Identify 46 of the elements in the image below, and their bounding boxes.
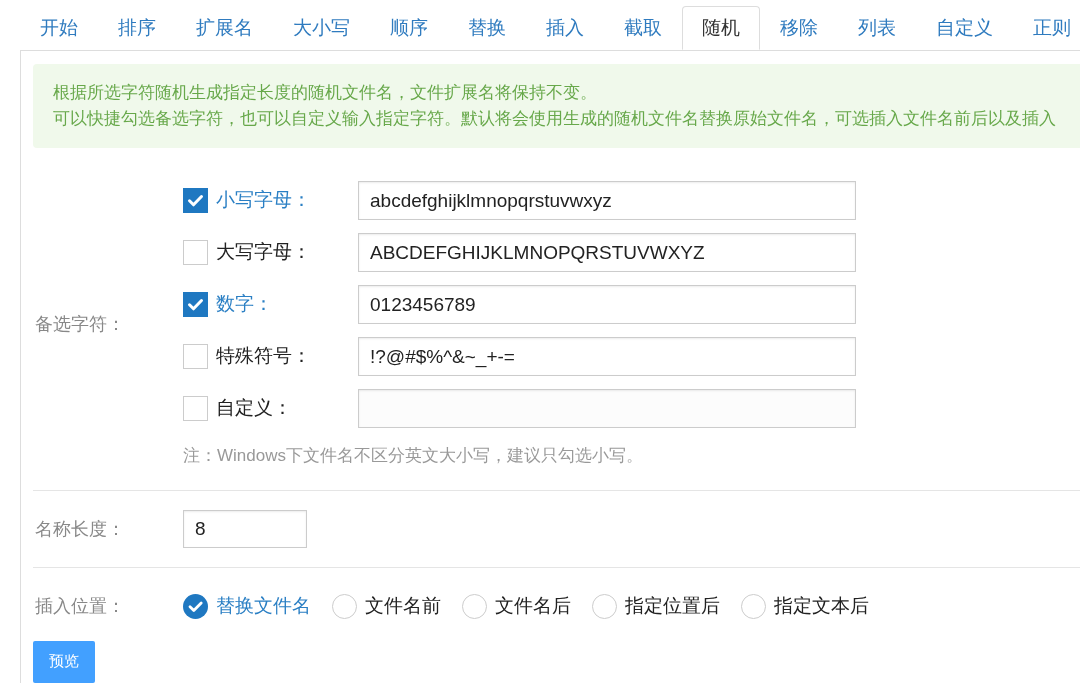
tab[interactable]: 列表: [838, 6, 916, 50]
checkbox[interactable]: [183, 396, 208, 421]
radio-label: 替换文件名: [216, 594, 311, 618]
checkbox[interactable]: [183, 188, 208, 213]
checkbox-label: 数字：: [216, 292, 273, 317]
radio-label: 文件名后: [495, 594, 571, 618]
info-text: 根据所选字符随机生成指定长度的随机文件名，文件扩展名将保持不变。: [53, 83, 597, 102]
tab[interactable]: 开始: [20, 6, 98, 50]
text-field[interactable]: 0123456789: [358, 285, 856, 324]
field-label: 名称长度：: [35, 518, 125, 539]
tab[interactable]: 排序: [98, 6, 176, 50]
preview-button[interactable]: 预览: [33, 640, 95, 683]
tab[interactable]: 截取: [604, 6, 682, 50]
tab[interactable]: 插入: [526, 6, 604, 50]
tab[interactable]: 扩展名: [176, 6, 273, 50]
note-text: 注：Windows下文件名不区分英文大小写，建议只勾选小写。: [183, 446, 643, 465]
text-field[interactable]: abcdefghijklmnopqrstuvwxyz: [358, 181, 856, 220]
radio-button[interactable]: [332, 593, 357, 619]
tab[interactable]: 顺序: [370, 6, 448, 50]
radio-label: 指定位置后: [625, 594, 720, 618]
text-field[interactable]: [358, 389, 856, 428]
tab[interactable]: 移除: [760, 6, 838, 50]
tab[interactable]: 正则: [1013, 6, 1080, 50]
radio-label: 指定文本后: [774, 594, 869, 618]
radio-label: 文件名前: [365, 594, 441, 618]
field-label: 插入位置：: [35, 595, 125, 616]
length-field[interactable]: 8: [183, 510, 307, 548]
radio-button[interactable]: [462, 593, 487, 619]
tab[interactable]: 自定义: [916, 6, 1013, 50]
radio-button[interactable]: [741, 593, 766, 619]
tab[interactable]: 大小写: [273, 6, 370, 50]
text-field[interactable]: !?@#$%^&~_+-=: [358, 337, 856, 376]
checkbox[interactable]: [183, 240, 208, 265]
radio-button[interactable]: [183, 593, 208, 619]
field-label: 备选字符：: [35, 314, 125, 334]
checkbox-label: 自定义：: [216, 396, 292, 421]
radio-button[interactable]: [592, 593, 617, 619]
checkbox[interactable]: [183, 344, 208, 369]
checkbox-label: 大写字母：: [216, 240, 311, 265]
tab[interactable]: 替换: [448, 6, 526, 50]
checkbox-label: 小写字母：: [216, 188, 311, 213]
text-field[interactable]: ABCDEFGHIJKLMNOPQRSTUVWXYZ: [358, 233, 856, 272]
info-text: 可以快捷勾选备选字符，也可以自定义输入指定字符。默认将会使用生成的随机文件名替换原始文件名，可选插入文件名前后以及插入: [53, 109, 1056, 128]
tab[interactable]: 随机: [682, 6, 760, 50]
checkbox[interactable]: [183, 292, 208, 317]
checkbox-label: 特殊符号：: [216, 344, 311, 369]
